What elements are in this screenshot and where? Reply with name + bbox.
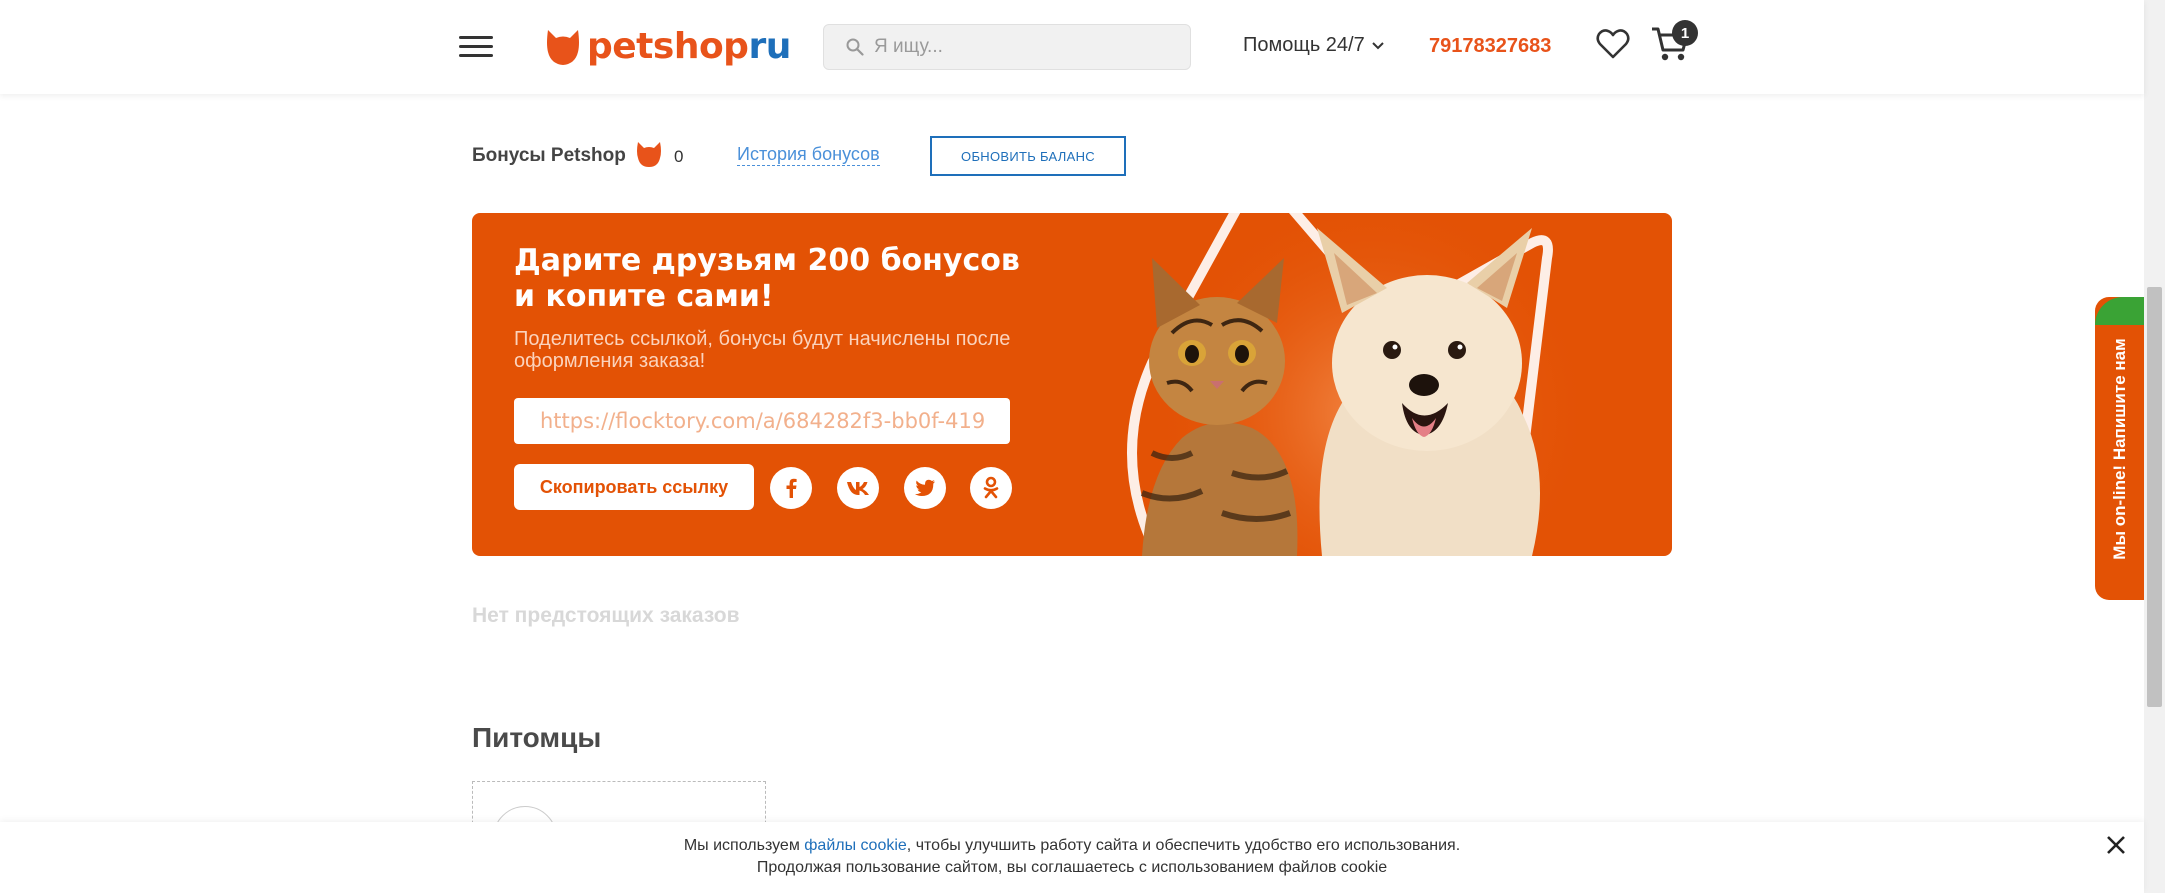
search-input[interactable] [872, 35, 1176, 59]
page-scrollbar[interactable] [2144, 0, 2165, 893]
help-dropdown[interactable]: Помощь 24/7 [1243, 34, 1385, 57]
referral-banner: Дарите друзьям 200 бонусов и копите сами… [472, 213, 1672, 556]
bonus-history-link[interactable]: История бонусов [737, 144, 880, 166]
refresh-balance-button[interactable]: ОБНОВИТЬ БАЛАНС [930, 136, 1126, 176]
cookie-text-line1: Мы используем файлы cookie, чтобы улучши… [683, 837, 1461, 854]
odnoklassniki-icon [983, 476, 999, 499]
site-logo[interactable]: petshopru [545, 22, 791, 70]
banner-title: Дарите друзьям 200 бонусов и копите сами… [514, 243, 1020, 314]
no-upcoming-orders-text: Нет предстоящих заказов [472, 604, 740, 627]
cart-count-badge: 1 [1672, 20, 1698, 46]
bonus-cat-icon [637, 142, 661, 167]
chevron-down-icon [1372, 41, 1384, 49]
search-box [823, 24, 1191, 70]
chat-tab-accent [2095, 297, 2144, 325]
referral-link-text: https://flocktory.com/a/684282f3-bb0f-41… [540, 409, 986, 433]
help-label: Помощь 24/7 [1243, 34, 1365, 56]
phone-link[interactable]: 79178327683 [1429, 35, 1551, 58]
online-chat-tab[interactable]: Мы on-line! Напишите нам [2095, 297, 2144, 600]
cookie-notice: Мы используем файлы cookie, чтобы улучши… [0, 822, 2144, 893]
chat-tab-label: Мы on-line! Напишите нам [2109, 337, 2129, 560]
bonuses-title: Бонусы Petshop [472, 145, 626, 166]
odnoklassniki-share-button[interactable] [970, 467, 1012, 509]
cat-logo-icon [547, 30, 579, 65]
cat-and-dog-illustration [1127, 213, 1592, 556]
twitter-share-button[interactable] [904, 467, 946, 509]
menu-burger-icon[interactable] [459, 36, 493, 58]
vk-icon [847, 482, 869, 495]
pets-section-title: Питомцы [472, 722, 602, 753]
close-icon[interactable] [2105, 834, 2127, 856]
cookie-text-line2: Продолжая пользование сайтом, вы соглаша… [756, 859, 1388, 876]
bonus-balance: 0 [674, 147, 684, 166]
site-header: petshopru Помощь 24/7 79178327683 1 [0, 0, 2144, 94]
banner-subtitle: Поделитесь ссылкой, бонусы будут начисле… [514, 328, 1011, 372]
facebook-icon [786, 478, 797, 498]
scrollbar-thumb[interactable] [2147, 287, 2162, 707]
search-icon [846, 38, 864, 56]
twitter-icon [915, 479, 935, 496]
logo-text: petshopru [587, 25, 791, 67]
facebook-share-button[interactable] [770, 467, 812, 509]
copy-link-button[interactable]: Скопировать ссылку [514, 464, 754, 510]
cookie-policy-link[interactable]: файлы cookie [804, 837, 907, 854]
referral-link-field[interactable]: https://flocktory.com/a/684282f3-bb0f-41… [514, 398, 1010, 444]
heart-icon[interactable] [1596, 28, 1630, 60]
vk-share-button[interactable] [837, 467, 879, 509]
